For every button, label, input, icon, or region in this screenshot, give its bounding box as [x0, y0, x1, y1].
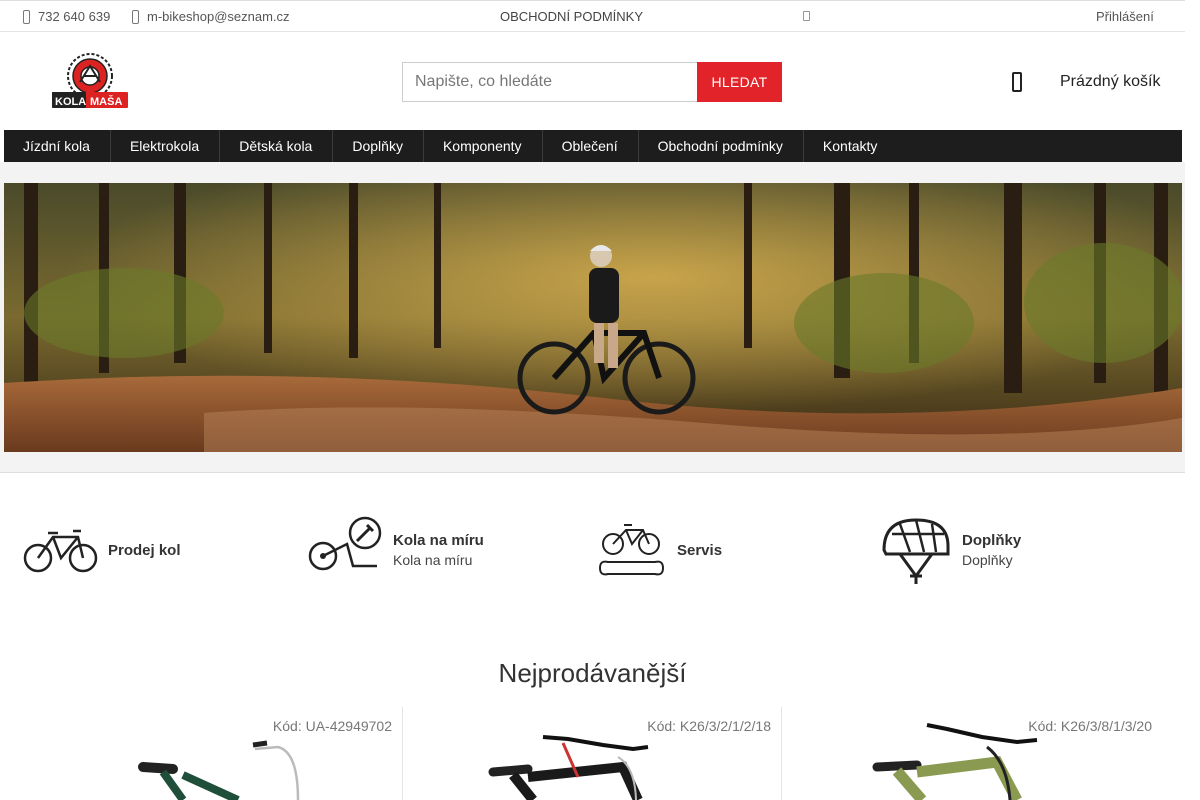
product-card[interactable]: Kód: UA-42949702 — [23, 707, 402, 800]
phone-icon — [23, 9, 30, 24]
feature-subtitle: Kola na míru — [393, 552, 473, 568]
cart[interactable]: Prázdný košík — [1012, 72, 1160, 92]
product-code: Kód: K26/3/2/1/2/18 — [647, 718, 771, 734]
product-card[interactable]: Kód: K26/3/2/1/2/18 — [403, 707, 781, 800]
site-logo[interactable]: KOLA MAŠA — [50, 52, 130, 110]
feature-prodej-kol[interactable]: Prodej kol — [23, 510, 181, 590]
feature-title: Servis — [677, 541, 723, 559]
logo-text-masa: MAŠA — [90, 95, 122, 108]
search-button[interactable]: HLEDAT — [697, 62, 782, 102]
nav-item-jizdni-kola[interactable]: Jízdní kola — [4, 130, 111, 162]
nav-item-obchodni-podminky[interactable]: Obchodní podmínky — [639, 130, 804, 162]
helmet-icon — [882, 518, 950, 584]
cart-label[interactable]: Prázdný košík — [1060, 73, 1160, 91]
feature-title: Prodej kol — [108, 541, 181, 559]
bestsellers-heading: Nejprodávanější — [498, 658, 687, 688]
logo-text-kola: KOLA — [55, 96, 86, 108]
header: KOLA MAŠA HLEDAT Prázdný košík — [0, 32, 1185, 130]
banner-section — [0, 162, 1185, 473]
nav-item-obleceni[interactable]: Oblečení — [543, 130, 639, 162]
feature-doplnky[interactable]: Doplňky Doplňky — [880, 510, 1021, 590]
nav-item-doplnky[interactable]: Doplňky — [333, 130, 424, 162]
phone-number[interactable]: 732 640 639 — [38, 9, 110, 24]
product-code: Kód: UA-42949702 — [272, 718, 392, 734]
feature-title: Kola na míru — [393, 532, 484, 549]
product-code: Kód: K26/3/8/1/3/20 — [1028, 718, 1152, 734]
language-icon[interactable] — [803, 11, 810, 21]
nav-item-detska-kola[interactable]: Dětská kola — [220, 130, 334, 162]
product-card[interactable]: Kód: K26/3/8/1/3/20 — [782, 707, 1162, 800]
nav-item-kontakty[interactable]: Kontakty — [804, 130, 897, 162]
terms-link[interactable]: OBCHODNÍ PODMÍNKY — [500, 9, 643, 24]
feature-servis[interactable]: Servis — [596, 510, 722, 590]
main-nav: Jízdní kola Elektrokola Dětská kola Dopl… — [4, 130, 1182, 162]
bike-service-icon — [598, 524, 665, 576]
nav-item-komponenty[interactable]: Komponenty — [424, 130, 543, 162]
feature-kola-na-miru[interactable]: Kola na míru Kola na míru — [307, 510, 484, 590]
hero-banner-image[interactable] — [4, 183, 1182, 452]
feature-title: Doplňky — [962, 532, 1022, 549]
bestsellers-list: Kód: UA-42949702 Kód: K26/3/2/1/2/18 Kód… — [0, 707, 1185, 800]
bicycle-icon — [23, 529, 98, 573]
bike-wrench-icon — [308, 516, 382, 571]
feature-subtitle: Doplňky — [962, 552, 1013, 568]
email-address[interactable]: m-bikeshop@seznam.cz — [147, 9, 290, 24]
nav-item-elektrokola[interactable]: Elektrokola — [111, 130, 221, 162]
email-contact[interactable]: m-bikeshop@seznam.cz — [132, 9, 290, 24]
phone-contact[interactable]: 732 640 639 — [23, 9, 110, 24]
search-form: HLEDAT — [402, 62, 782, 102]
top-bar: 732 640 639 m-bikeshop@seznam.cz OBCHODN… — [0, 0, 1185, 32]
cart-icon[interactable] — [1012, 72, 1022, 92]
login-link[interactable]: Přihlášení — [1096, 9, 1154, 24]
search-input[interactable] — [402, 62, 697, 102]
mail-icon — [132, 9, 139, 24]
features-row: Prodej kol Kola na míru Kola na míru Ser… — [0, 510, 1185, 590]
